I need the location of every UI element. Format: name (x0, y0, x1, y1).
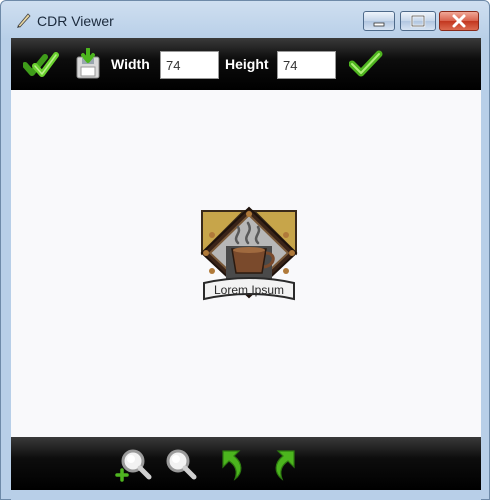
height-input[interactable] (277, 51, 336, 79)
pencil-icon (17, 13, 31, 28)
rotate-right-icon[interactable] (268, 445, 300, 483)
width-label: Width (111, 56, 150, 72)
window-title: CDR Viewer (37, 13, 114, 29)
minimize-button[interactable] (363, 11, 395, 31)
coffee-logo-image: Lorem Ipsum (200, 206, 298, 301)
save-disk-icon[interactable] (74, 48, 102, 80)
close-button[interactable] (439, 11, 479, 31)
maximize-button[interactable] (400, 11, 436, 31)
minimize-icon (373, 22, 385, 27)
zoom-out-icon[interactable] (162, 445, 200, 483)
height-label: Height (225, 56, 269, 72)
app-window: CDR Viewer Width 74 Height 74 Lorem Ipsu… (0, 0, 490, 500)
zoom-in-icon[interactable] (115, 445, 153, 483)
banner-text: Lorem Ipsum (214, 283, 284, 297)
check-icon[interactable] (349, 50, 383, 78)
window-bottom-border (11, 490, 481, 500)
top-toolbar: Width Height (11, 38, 481, 90)
width-input[interactable] (160, 51, 219, 79)
close-icon (452, 14, 466, 28)
double-check-icon[interactable] (23, 49, 59, 79)
canvas-area: Lorem Ipsum (11, 90, 481, 437)
title-bar[interactable]: CDR Viewer (1, 1, 489, 37)
maximize-icon (410, 14, 426, 28)
bottom-toolbar (11, 437, 481, 490)
rotate-left-icon[interactable] (217, 445, 249, 483)
